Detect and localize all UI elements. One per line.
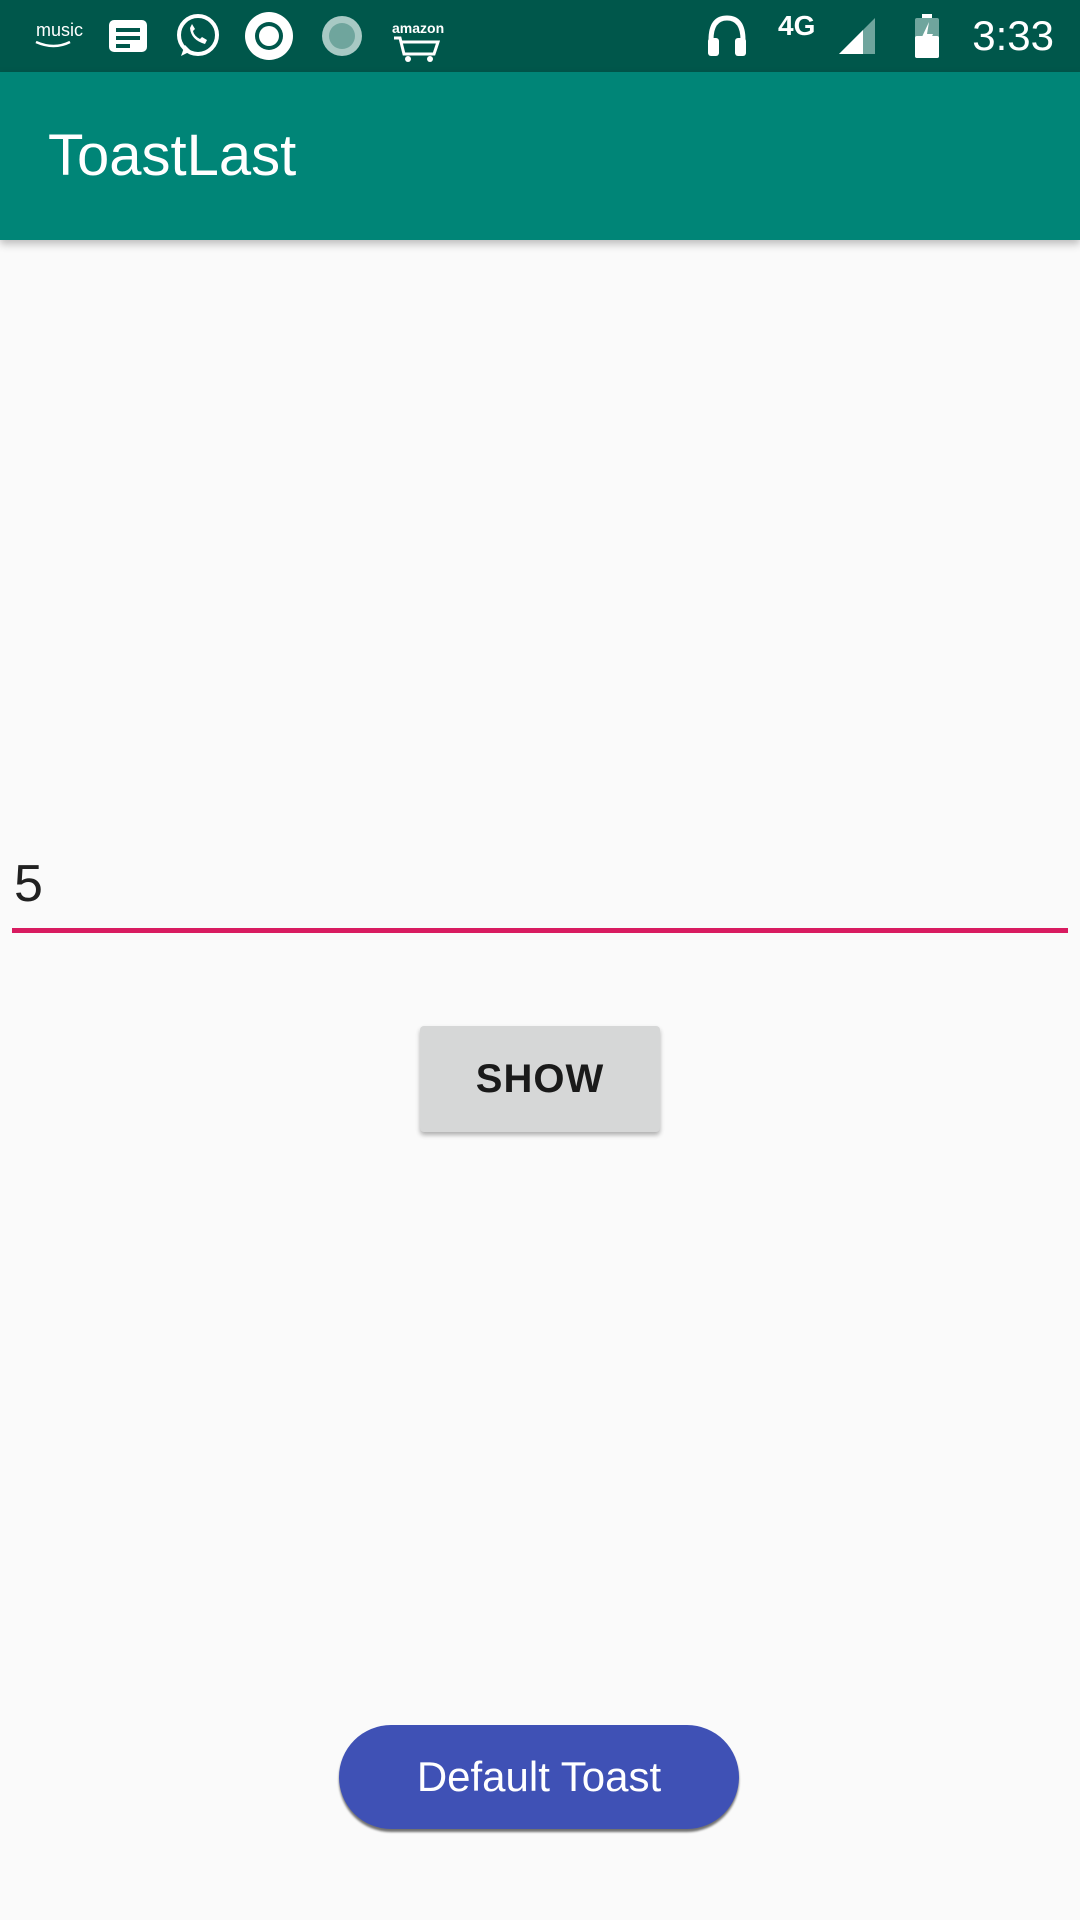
amazon-smile-icon: [35, 40, 71, 48]
signal-icon: [836, 0, 878, 72]
amazon-shopping-icon: amazon: [392, 20, 445, 36]
whatsapp-icon: [172, 0, 224, 72]
circle-app-icon: [242, 0, 296, 72]
number-field[interactable]: [12, 840, 1068, 934]
status-bar: music amazon 4G 3:33: [0, 0, 1080, 72]
number-input[interactable]: [12, 840, 1068, 928]
app-bar: ToastLast: [0, 72, 1080, 240]
clock: 3:33: [972, 12, 1054, 59]
spinner-app-icon: [316, 0, 368, 72]
cart-icon: [394, 36, 440, 62]
network-type-label: 4G: [778, 10, 816, 41]
show-button[interactable]: SHOW: [420, 1026, 660, 1132]
app-title: ToastLast: [48, 123, 297, 188]
headset-icon: [702, 0, 752, 72]
amazon-music-icon: music: [36, 20, 84, 40]
default-toast-button[interactable]: Default Toast: [339, 1725, 739, 1829]
messages-icon: [104, 0, 152, 72]
battery-charging-icon: [912, 0, 942, 72]
input-underline: [12, 928, 1068, 933]
